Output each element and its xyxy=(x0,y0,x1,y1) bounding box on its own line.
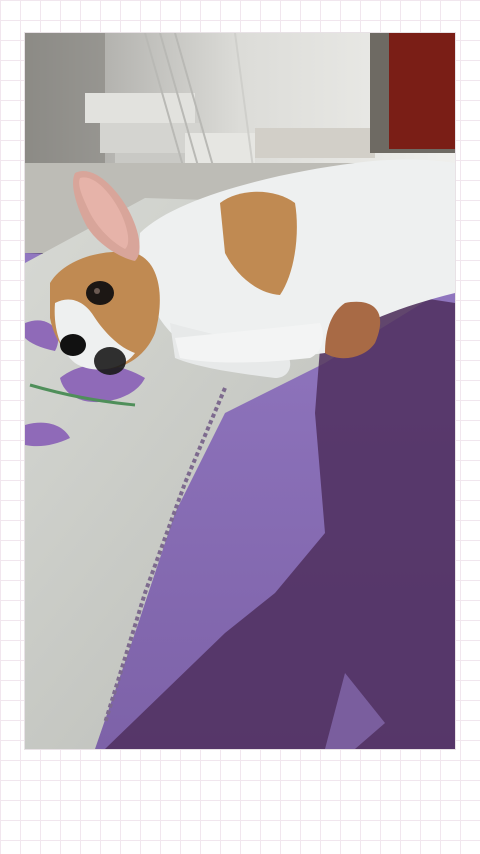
dog-nose xyxy=(60,334,86,356)
baseboard xyxy=(255,128,375,158)
dog-eye xyxy=(86,281,114,305)
dog-eye-highlight xyxy=(94,288,100,294)
dog-mouth-shadow xyxy=(94,347,126,375)
photo-frame xyxy=(25,33,455,749)
dog-photo xyxy=(25,33,455,749)
door xyxy=(370,33,455,153)
